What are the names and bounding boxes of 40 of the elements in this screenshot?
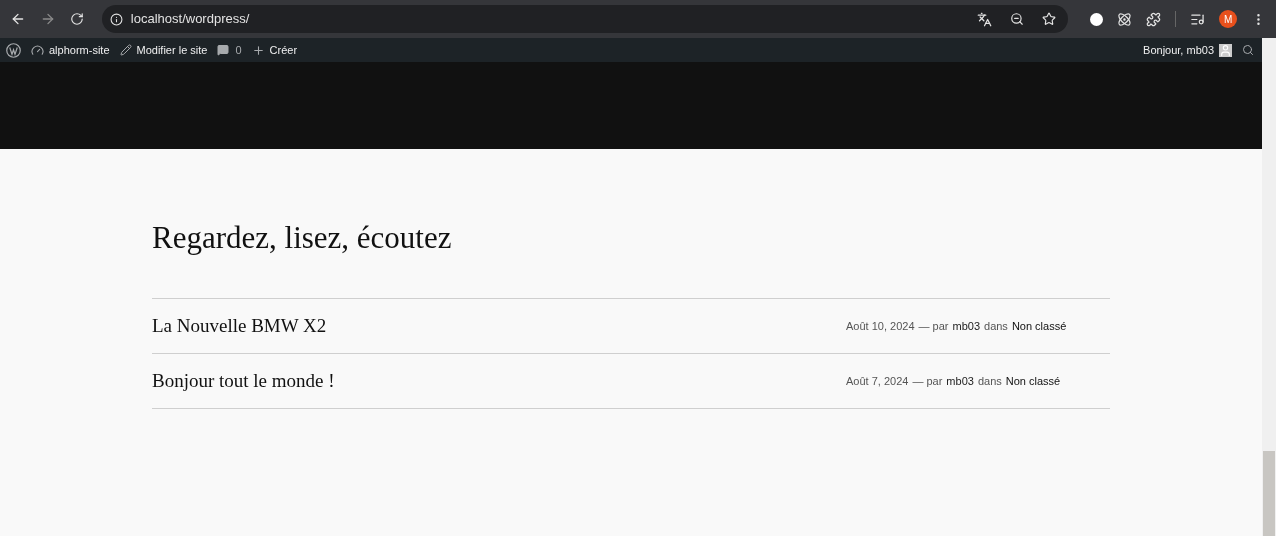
scrollbar-thumb[interactable] [1263, 451, 1275, 536]
atom-icon[interactable] [1117, 11, 1133, 27]
extensions-icon[interactable] [1146, 11, 1162, 27]
media-icon[interactable] [1190, 11, 1206, 27]
search-icon[interactable] [1242, 44, 1254, 56]
post-category-label: dans [984, 318, 1008, 334]
category-link[interactable]: Non classé [1011, 317, 1067, 335]
account-link[interactable]: Bonjour, mb03 [1143, 41, 1232, 59]
post-category-label: dans [977, 373, 1002, 389]
reload-icon[interactable] [69, 12, 84, 26]
comments-link[interactable]: 0 [217, 41, 242, 59]
author-link[interactable]: mb03 [946, 372, 974, 390]
site-link[interactable]: alphorm-site [31, 41, 110, 59]
info-icon[interactable] [109, 12, 123, 26]
profile-avatar[interactable]: M [1219, 10, 1238, 28]
category-link[interactable]: Non classé [1005, 372, 1061, 390]
post-date: Août 10, 2024 [846, 318, 915, 334]
extension-icon[interactable] [1090, 12, 1104, 26]
plus-icon [251, 43, 265, 57]
gauge-icon [31, 43, 44, 57]
section-title: Regardez, lisez, écoutez [152, 222, 453, 253]
post-title-link[interactable]: Bonjour tout le monde ! [152, 366, 846, 396]
post-byline: — par [918, 318, 949, 334]
edit-site-link[interactable]: Modifier le site [119, 41, 208, 59]
address-bar[interactable]: localhost/wordpress/ [101, 5, 1069, 33]
zoom-out-icon[interactable] [1010, 12, 1025, 26]
star-icon[interactable] [1042, 12, 1057, 26]
wordpress-logo-icon[interactable] [6, 42, 21, 58]
post-date: Août 7, 2024 [846, 373, 909, 389]
author-link[interactable]: mb03 [952, 317, 980, 335]
user-avatar-icon [1219, 43, 1232, 57]
translate-icon[interactable] [977, 11, 993, 27]
back-icon[interactable] [10, 11, 26, 27]
url-text: localhost/wordpress/ [130, 10, 251, 29]
comment-icon [217, 44, 230, 56]
post-title-link[interactable]: La Nouvelle BMW X2 [152, 311, 846, 341]
pencil-icon [119, 44, 132, 56]
scrollbar[interactable] [1262, 38, 1276, 536]
post-byline: — par [912, 373, 943, 389]
create-link[interactable]: Créer [251, 41, 298, 59]
